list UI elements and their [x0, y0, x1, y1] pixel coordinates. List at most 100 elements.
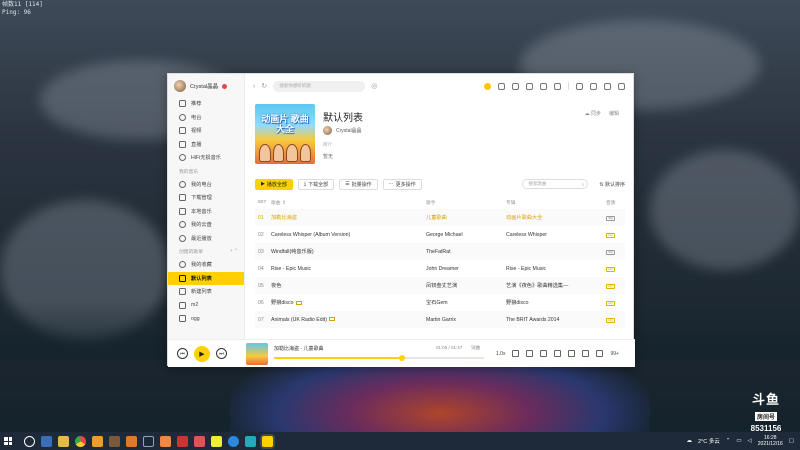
volume-icon[interactable]	[596, 350, 604, 357]
back-arrow-icon[interactable]: ‹	[253, 83, 255, 90]
song-name[interactable]: Windfall(纯音乐版)	[271, 249, 314, 255]
song-name-cell[interactable]: 夜色	[271, 282, 426, 289]
sidebar-item-m2[interactable]: m2	[168, 299, 244, 313]
song-search-input[interactable]: 搜索歌曲 ⌕	[522, 179, 589, 189]
mail-icon[interactable]	[526, 82, 533, 90]
song-album[interactable]: Rise - Epic Music	[506, 266, 606, 272]
song-name[interactable]: Rise - Epic Music	[271, 266, 311, 272]
song-album[interactable]: 野狼disco	[506, 299, 606, 306]
song-name-cell[interactable]: 野狼disco	[271, 299, 426, 306]
heart-icon[interactable]	[568, 350, 576, 357]
app-icon[interactable]	[211, 435, 222, 447]
song-artist[interactable]: Martin Garrix	[426, 317, 506, 323]
settings-icon[interactable]	[540, 82, 547, 90]
song-artist[interactable]: John Dreamer	[426, 266, 506, 272]
sidebar-item-live[interactable]: 直播	[168, 138, 244, 152]
sidebar-item-downloads[interactable]: 下载管理	[168, 191, 244, 205]
app-icon[interactable]	[109, 435, 120, 447]
now-playing-cover[interactable]	[246, 342, 268, 365]
sidebar-item-local[interactable]: 本地音乐	[168, 205, 244, 219]
sync-button[interactable]: ☁ 同步	[585, 110, 601, 117]
add-playlist-icon[interactable]: + ⌃	[230, 249, 238, 254]
search-input[interactable]: 搜索你想听的歌	[273, 80, 366, 92]
close-icon[interactable]	[618, 82, 625, 90]
play-all-button[interactable]: ▶ 播放全部	[255, 178, 293, 190]
song-album[interactable]: The BRIT Awards 2014	[506, 317, 606, 323]
song-album[interactable]: 动画片歌曲大全	[506, 214, 606, 221]
song-name[interactable]: 加勒比海盗	[271, 215, 297, 221]
playlist-owner[interactable]: Crystal晶晶	[323, 126, 362, 135]
song-name[interactable]: 野狼disco	[271, 300, 294, 306]
song-artist[interactable]: 儿童歌曲	[426, 214, 506, 221]
song-name-cell[interactable]: Rise - Epic Music	[271, 266, 426, 272]
volume-icon[interactable]: ◁	[748, 438, 752, 444]
start-button[interactable]	[0, 432, 16, 450]
table-row[interactable]: 05 夜色 凤钗叁丈艺演 艺演《夜色》歌曲精选集— HQ	[255, 277, 625, 294]
equalizer-icon[interactable]	[540, 350, 548, 357]
progress-knob[interactable]	[399, 354, 406, 361]
play-button[interactable]: ▶	[194, 345, 210, 362]
progress-slider[interactable]	[274, 354, 484, 361]
mv-icon[interactable]	[295, 300, 302, 305]
user-profile[interactable]: Crystal晶晶	[168, 75, 244, 97]
table-row[interactable]: 04 Rise - Epic Music John Dreamer Rise - Ep…	[255, 260, 625, 277]
app-icon[interactable]	[92, 435, 103, 447]
refresh-icon[interactable]: ↻	[261, 82, 267, 90]
sidebar-item-recommend[interactable]: 推荐	[168, 97, 244, 111]
weather-text[interactable]: 2°C 多云	[698, 437, 720, 445]
sidebar-item-default-list[interactable]: 默认列表	[168, 271, 244, 285]
sidebar-item-ogg[interactable]: ogg	[168, 312, 244, 326]
skin-icon[interactable]	[512, 82, 519, 90]
task-view-icon[interactable]	[41, 435, 52, 447]
app-icon[interactable]	[245, 435, 256, 447]
app-icon[interactable]	[160, 435, 171, 447]
voice-search-icon[interactable]: ◎	[371, 82, 377, 90]
steam-icon[interactable]	[143, 435, 154, 447]
sort-button[interactable]: ⇅ 默认排序	[599, 181, 625, 188]
song-name[interactable]: Careless Whisper (Album Version)	[271, 232, 350, 238]
notification-icon[interactable]: ▢	[789, 438, 794, 444]
table-row[interactable]: 07 Animals (UK Radio Edit) Martin Garrix Th…	[255, 311, 625, 328]
app-icon[interactable]	[126, 435, 137, 447]
song-artist[interactable]: 凤钗叁丈艺演	[426, 282, 506, 289]
download-icon[interactable]	[582, 350, 590, 357]
sidebar-item-favorites[interactable]: 我的收藏	[168, 258, 244, 272]
batch-button[interactable]: ☰ 批量操作	[339, 178, 378, 190]
music-player-taskbar-icon[interactable]	[262, 435, 273, 447]
edit-button[interactable]: 编辑	[609, 110, 619, 117]
app-icon[interactable]	[194, 435, 205, 447]
previous-icon[interactable]: ⏮	[177, 348, 188, 359]
mini-mode-icon[interactable]	[576, 82, 583, 90]
next-icon[interactable]: ⏭	[216, 348, 227, 359]
sound-effect-icon[interactable]	[512, 350, 520, 357]
song-name[interactable]: 夜色	[271, 283, 281, 289]
mv-icon[interactable]	[328, 317, 335, 322]
maximize-icon[interactable]	[604, 82, 611, 90]
lyric-button[interactable]: 词曲	[471, 345, 480, 351]
sidebar-item-hifi[interactable]: HiFi无损音乐	[168, 151, 244, 165]
user-name[interactable]: Crystal晶晶	[190, 82, 218, 90]
song-artist[interactable]: 宝石Gem	[426, 299, 506, 306]
now-playing-title[interactable]: 加勒比海盗 - 儿童歌曲	[274, 345, 323, 352]
minimize-icon[interactable]	[590, 82, 597, 90]
tray-chevron-icon[interactable]: ⌃	[726, 438, 731, 444]
song-name-cell[interactable]: 加勒比海盗	[271, 214, 426, 221]
loop-mode-icon[interactable]	[526, 350, 534, 357]
playlist-cover[interactable]: 动画片 歌曲大全	[255, 104, 315, 164]
table-row[interactable]: 01 加勒比海盗 儿童歌曲 动画片歌曲大全 SQ	[255, 209, 625, 226]
queue-count[interactable]: 99+	[610, 351, 618, 357]
table-row[interactable]: 02 Careless Whisper (Album Version) George…	[255, 226, 625, 243]
table-row[interactable]: 03 Windfall(纯音乐版) TheFatRat SQ	[255, 243, 625, 260]
song-artist[interactable]: TheFatRat	[426, 249, 506, 255]
song-name-cell[interactable]: Windfall(纯音乐版)	[271, 248, 426, 255]
song-album[interactable]: 艺演《夜色》歌曲精选集—	[506, 282, 606, 289]
song-name[interactable]: Animals (UK Radio Edit)	[271, 317, 327, 323]
song-artist[interactable]: George Michael	[426, 232, 506, 238]
lyrics-icon[interactable]	[554, 350, 562, 357]
sidebar-item-new-list[interactable]: 新建列表	[168, 285, 244, 299]
sidebar-item-my-radio[interactable]: 我的电台	[168, 178, 244, 192]
sidebar-item-cloud[interactable]: 我的云盘	[168, 218, 244, 232]
sidebar-item-video[interactable]: 视频	[168, 124, 244, 138]
speed-button[interactable]: 1.0x	[496, 351, 505, 357]
table-row[interactable]: 06 野狼disco 宝石Gem 野狼disco HQ	[255, 294, 625, 311]
